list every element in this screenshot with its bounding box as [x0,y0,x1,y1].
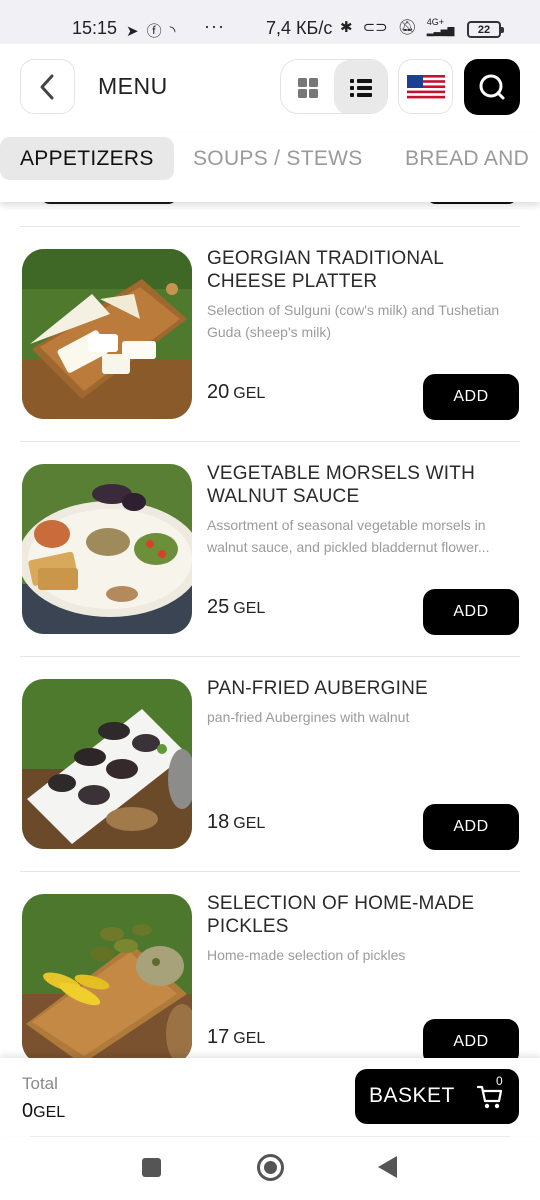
item-price: 17 GEL [207,1026,265,1049]
view-toggle [280,59,388,114]
item-description: Selection of Sulguni (cow's milk) and Tu… [207,302,500,340]
aubergine-photo [22,679,192,849]
list-view-button[interactable] [334,60,387,113]
basket-count-badge: 0 [496,1074,503,1088]
page-title: MENU [98,73,168,99]
price-value: 25 [207,596,230,618]
us-flag-icon [406,74,445,99]
item-price: 25 GEL [207,596,265,619]
price-currency: GEL [233,1030,266,1047]
signal-icon: 4G+ ▂▃▅▇ [426,17,455,36]
basket-label: BASKET [369,1084,455,1107]
pickles-photo [22,894,192,1058]
network-type: 4G+ [426,17,445,27]
tab-soups-stews[interactable]: SOUPS / STEWS [193,137,363,180]
search-icon [479,74,505,100]
price-currency: GEL [233,815,266,832]
vpn-icon: ⊂⊃ [362,19,388,36]
price-currency: GEL [233,385,266,402]
add-button[interactable]: ADD [423,804,519,850]
status-time: 15:15 [72,18,118,38]
list-view-icon [349,78,372,97]
header: MENU [0,44,540,132]
menu-item[interactable]: GEORGIAN TRADITIONAL CHEESE PLATTER Sele… [0,227,540,442]
battery-level: 22 [477,23,491,36]
total-label: Total [22,1074,58,1093]
language-button[interactable] [398,59,453,114]
item-description: Home-made selection of pickles [207,947,406,963]
price-value: 20 [207,381,230,403]
more-notifications-icon: ··· [204,16,225,36]
chevron-left-icon [40,74,53,99]
total-amount: 0 [22,1100,34,1122]
tab-appetizers[interactable]: APPETIZERS [0,137,174,180]
status-bar: 15:15 ➤ ⓕ ◝ ··· 7,4 КБ/с ✱ ⊂⊃ 🔕︎ 4G+ ▂▃▅▇… [0,0,540,44]
item-description: pan-fried Aubergines with walnut [207,709,410,725]
price-value: 18 [207,811,230,833]
mute-icon: 🔕︎ [397,19,417,36]
item-price: 20 GEL [207,381,265,404]
price-value: 17 [207,1026,230,1048]
grid-view-button[interactable] [281,60,334,113]
basket-bar: Total 0GEL BASKET 0 [0,1058,540,1136]
total-currency: GEL [33,1104,66,1121]
menu-item[interactable]: VEGETABLE MORSELS WITH WALNUT SAUCE Asso… [0,442,540,657]
system-nav-bar [0,1137,540,1200]
notification-icons: ➤ ⓕ ◝ [126,20,175,41]
battery-icon: 22 [467,21,504,38]
network-speed: 7,4 КБ/с [266,18,333,38]
menu-item[interactable]: SELECTION OF HOME-MADE PICKLES Home-made… [0,872,540,1058]
total-value: 0GEL [22,1100,65,1123]
add-button[interactable]: ADD [423,589,519,635]
add-button[interactable]: ADD [423,1019,519,1058]
previous-item-add-button[interactable] [426,202,518,204]
system-icons: ✱ ⊂⊃ 🔕︎ 4G+ ▂▃▅▇ [340,17,455,37]
menu-list[interactable]: GEORGIAN TRADITIONAL CHEESE PLATTER Sele… [0,202,540,1058]
basket-button[interactable]: BASKET 0 [355,1069,519,1124]
search-button[interactable] [464,59,520,115]
item-description: Assortment of seasonal vegetable morsels… [207,517,490,555]
vegetable-morsels-photo [22,464,192,634]
tab-bread[interactable]: BREAD AND [405,137,529,180]
item-title: SELECTION OF HOME-MADE PICKLES [207,893,475,937]
rss-icon: ◝ [169,22,176,40]
category-tabs: APPETIZERS SOUPS / STEWS BREAD AND [0,132,540,202]
facebook-icon: ⓕ [146,23,162,40]
back-icon[interactable] [378,1156,397,1178]
cheese-platter-photo [22,249,192,419]
price-currency: GEL [233,600,266,617]
recents-icon[interactable] [142,1158,161,1177]
bluetooth-icon: ✱ [340,19,353,36]
home-icon[interactable] [257,1154,284,1181]
back-button[interactable] [20,59,75,114]
item-title: PAN-FRIED AUBERGINE [207,678,428,699]
item-title: GEORGIAN TRADITIONAL CHEESE PLATTER [207,248,444,292]
previous-item-image [40,202,178,204]
grid-view-icon [297,77,318,98]
add-button[interactable]: ADD [423,374,519,420]
telegram-icon: ➤ [126,22,139,40]
item-title: VEGETABLE MORSELS WITH WALNUT SAUCE [207,463,475,507]
menu-item[interactable]: PAN-FRIED AUBERGINE pan-fried Aubergines… [0,657,540,872]
item-price: 18 GEL [207,811,265,834]
